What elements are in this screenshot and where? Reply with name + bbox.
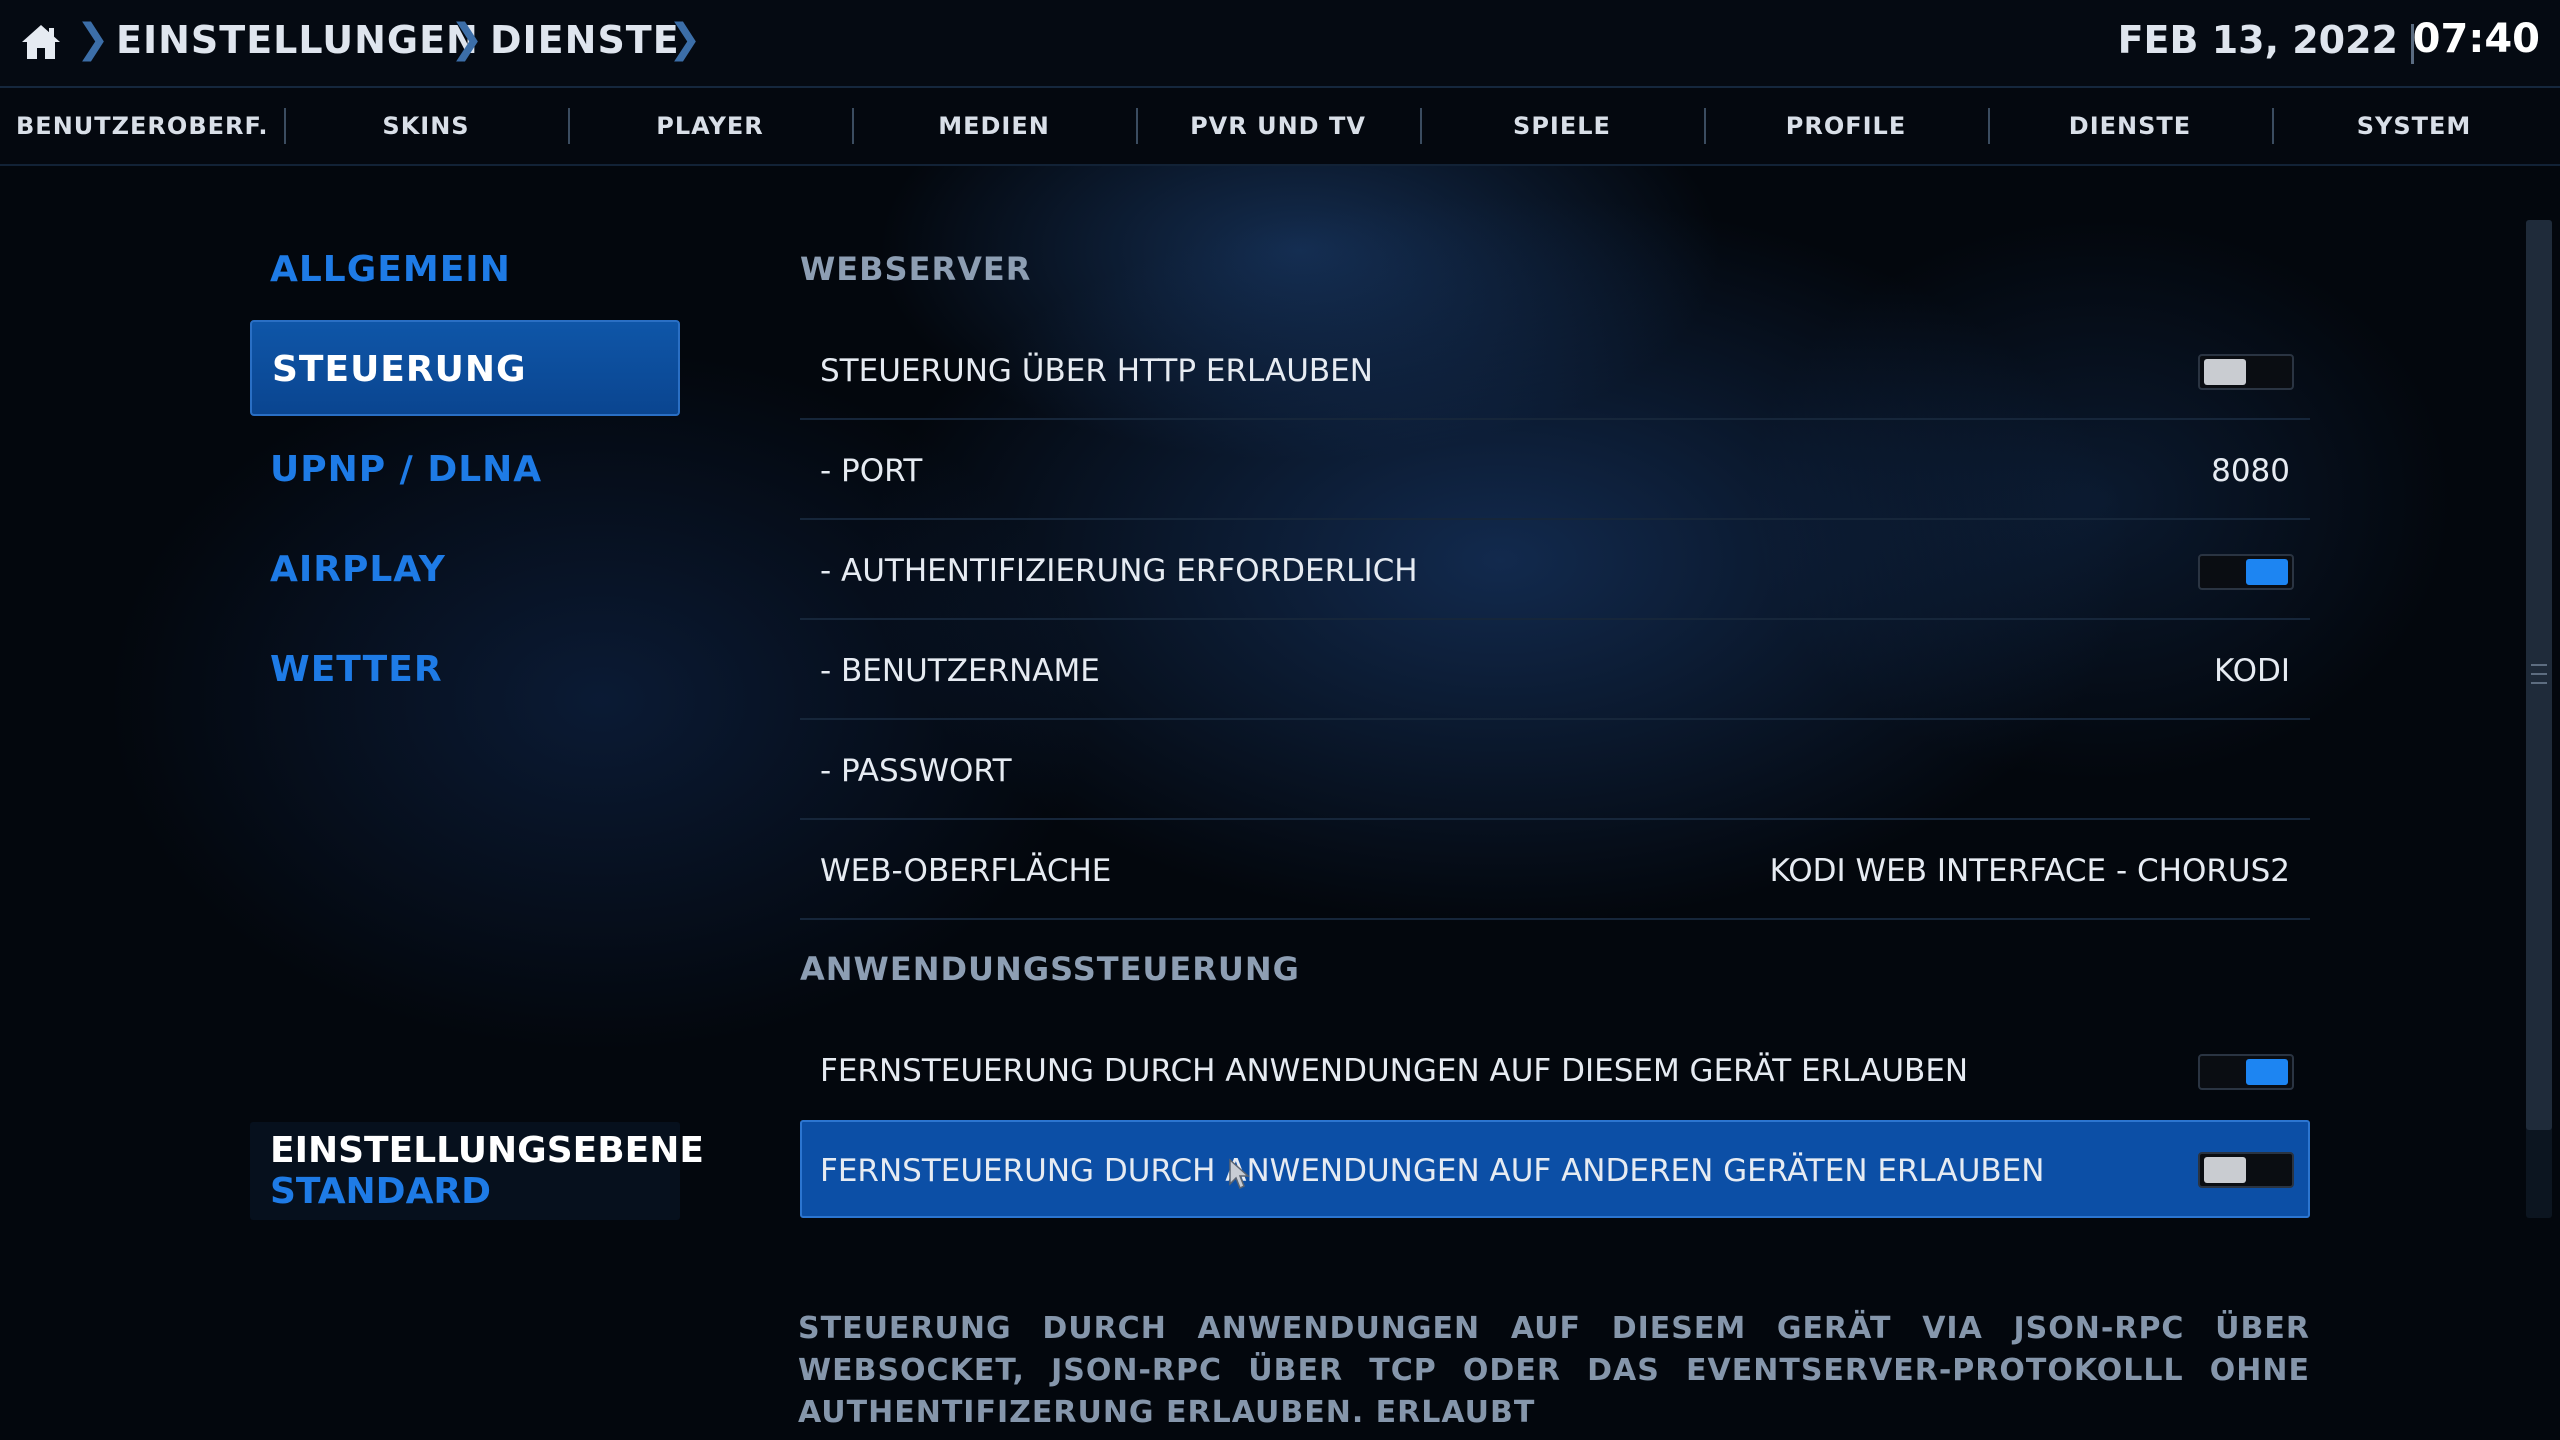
setting-label: - BENUTZERNAME bbox=[820, 653, 1100, 689]
home-icon[interactable] bbox=[20, 22, 62, 62]
category-tabs: BENUTZEROBERF... SKINS PLAYER MEDIEN PVR… bbox=[0, 88, 2560, 166]
tab-games[interactable]: SPIELE bbox=[1420, 88, 1704, 164]
section-title-application-control: ANWENDUNGSSTEUERUNG bbox=[800, 950, 1300, 988]
toggle-knob bbox=[2204, 1157, 2246, 1183]
toggle-switch[interactable] bbox=[2198, 354, 2294, 390]
tab-pvr-tv[interactable]: PVR UND TV bbox=[1136, 88, 1420, 164]
setting-label: - PORT bbox=[820, 453, 923, 489]
sidebar-item-control[interactable]: STEUERUNG bbox=[250, 320, 680, 416]
setting-row-web-interface[interactable]: WEB-OBERFLÄCHE KODI WEB INTERFACE - CHOR… bbox=[800, 822, 2310, 920]
date-display: FEB 13, 2022 bbox=[2117, 18, 2398, 62]
tab-skins[interactable]: SKINS bbox=[284, 88, 568, 164]
clock-display: 07:40 bbox=[2412, 16, 2540, 62]
sidebar-item-general[interactable]: ALLGEMEIN bbox=[250, 222, 680, 318]
toggle-knob bbox=[2246, 559, 2288, 585]
tab-player[interactable]: PLAYER bbox=[568, 88, 852, 164]
setting-value: KODI bbox=[2213, 653, 2290, 689]
settings-level-value: STANDARD bbox=[270, 1171, 492, 1212]
tab-services[interactable]: DIENSTE bbox=[1988, 88, 2272, 164]
sidebar-item-upnp-dlna[interactable]: UPNP / DLNA bbox=[250, 422, 680, 518]
setting-row-allow-local-apps[interactable]: FERNSTEUERUNG DURCH ANWENDUNGEN AUF DIES… bbox=[800, 1022, 2310, 1120]
setting-label: FERNSTEUERUNG DURCH ANWENDUNGEN AUF DIES… bbox=[820, 1053, 1969, 1089]
setting-description: STEUERUNG DURCH ANWENDUNGEN AUF DIESEM G… bbox=[798, 1311, 2310, 1430]
setting-row-require-auth[interactable]: - AUTHENTIFIZIERUNG ERFORDERLICH bbox=[800, 522, 2310, 620]
scrollbar-thumb[interactable] bbox=[2526, 220, 2552, 1130]
setting-label: WEB-OBERFLÄCHE bbox=[820, 853, 1112, 889]
toggle-knob bbox=[2204, 359, 2246, 385]
breadcrumb-settings[interactable]: EINSTELLUNGEN bbox=[116, 18, 479, 62]
header-bar: ❯ EINSTELLUNGEN ❯ DIENSTE ❯ FEB 13, 2022… bbox=[0, 0, 2560, 88]
mouse-cursor-icon bbox=[1229, 1158, 1250, 1190]
section-title-webserver: WEBSERVER bbox=[800, 250, 1032, 288]
setting-label: STEUERUNG ÜBER HTTP ERLAUBEN bbox=[820, 353, 1373, 389]
toggle-switch[interactable] bbox=[2198, 1054, 2294, 1090]
sidebar-item-weather[interactable]: WETTER bbox=[250, 622, 680, 718]
chevron-right-icon: ❯ bbox=[450, 16, 484, 62]
scrollbar-grip-icon bbox=[2531, 664, 2547, 684]
kodi-settings-screen: ❯ EINSTELLUNGEN ❯ DIENSTE ❯ FEB 13, 2022… bbox=[0, 0, 2560, 1440]
toggle-switch[interactable] bbox=[2198, 554, 2294, 590]
tab-profiles[interactable]: PROFILE bbox=[1704, 88, 1988, 164]
breadcrumb-services[interactable]: DIENSTE bbox=[490, 18, 680, 62]
setting-label: - PASSWORT bbox=[820, 753, 1012, 789]
chevron-right-icon: ❯ bbox=[668, 16, 702, 62]
tab-interface[interactable]: BENUTZEROBERF... bbox=[0, 88, 270, 164]
toggle-switch[interactable] bbox=[2198, 1152, 2294, 1188]
scrollbar[interactable] bbox=[2526, 220, 2552, 1218]
setting-value: 8080 bbox=[2211, 453, 2290, 489]
setting-row-allow-http-control[interactable]: STEUERUNG ÜBER HTTP ERLAUBEN bbox=[800, 322, 2310, 420]
setting-label: - AUTHENTIFIZIERUNG ERFORDERLICH bbox=[820, 553, 1418, 589]
setting-row-port[interactable]: - PORT 8080 bbox=[800, 422, 2310, 520]
setting-row-allow-remote-apps[interactable]: FERNSTEUERUNG DURCH ANWENDUNGEN AUF ANDE… bbox=[800, 1120, 2310, 1218]
settings-level-button[interactable]: EINSTELLUNGSEBENE STANDARD bbox=[250, 1122, 704, 1220]
tab-media[interactable]: MEDIEN bbox=[852, 88, 1136, 164]
setting-label: FERNSTEUERUNG DURCH ANWENDUNGEN AUF ANDE… bbox=[820, 1153, 2045, 1189]
toggle-knob bbox=[2246, 1059, 2288, 1085]
setting-row-username[interactable]: - BENUTZERNAME KODI bbox=[800, 622, 2310, 720]
sidebar-item-airplay[interactable]: AIRPLAY bbox=[250, 522, 680, 618]
settings-level-title: EINSTELLUNGSEBENE bbox=[270, 1130, 704, 1171]
setting-row-password[interactable]: - PASSWORT bbox=[800, 722, 2310, 820]
setting-value: KODI WEB INTERFACE - CHORUS2 bbox=[1769, 853, 2290, 889]
chevron-right-icon: ❯ bbox=[76, 16, 110, 62]
tab-system[interactable]: SYSTEM bbox=[2272, 88, 2556, 164]
